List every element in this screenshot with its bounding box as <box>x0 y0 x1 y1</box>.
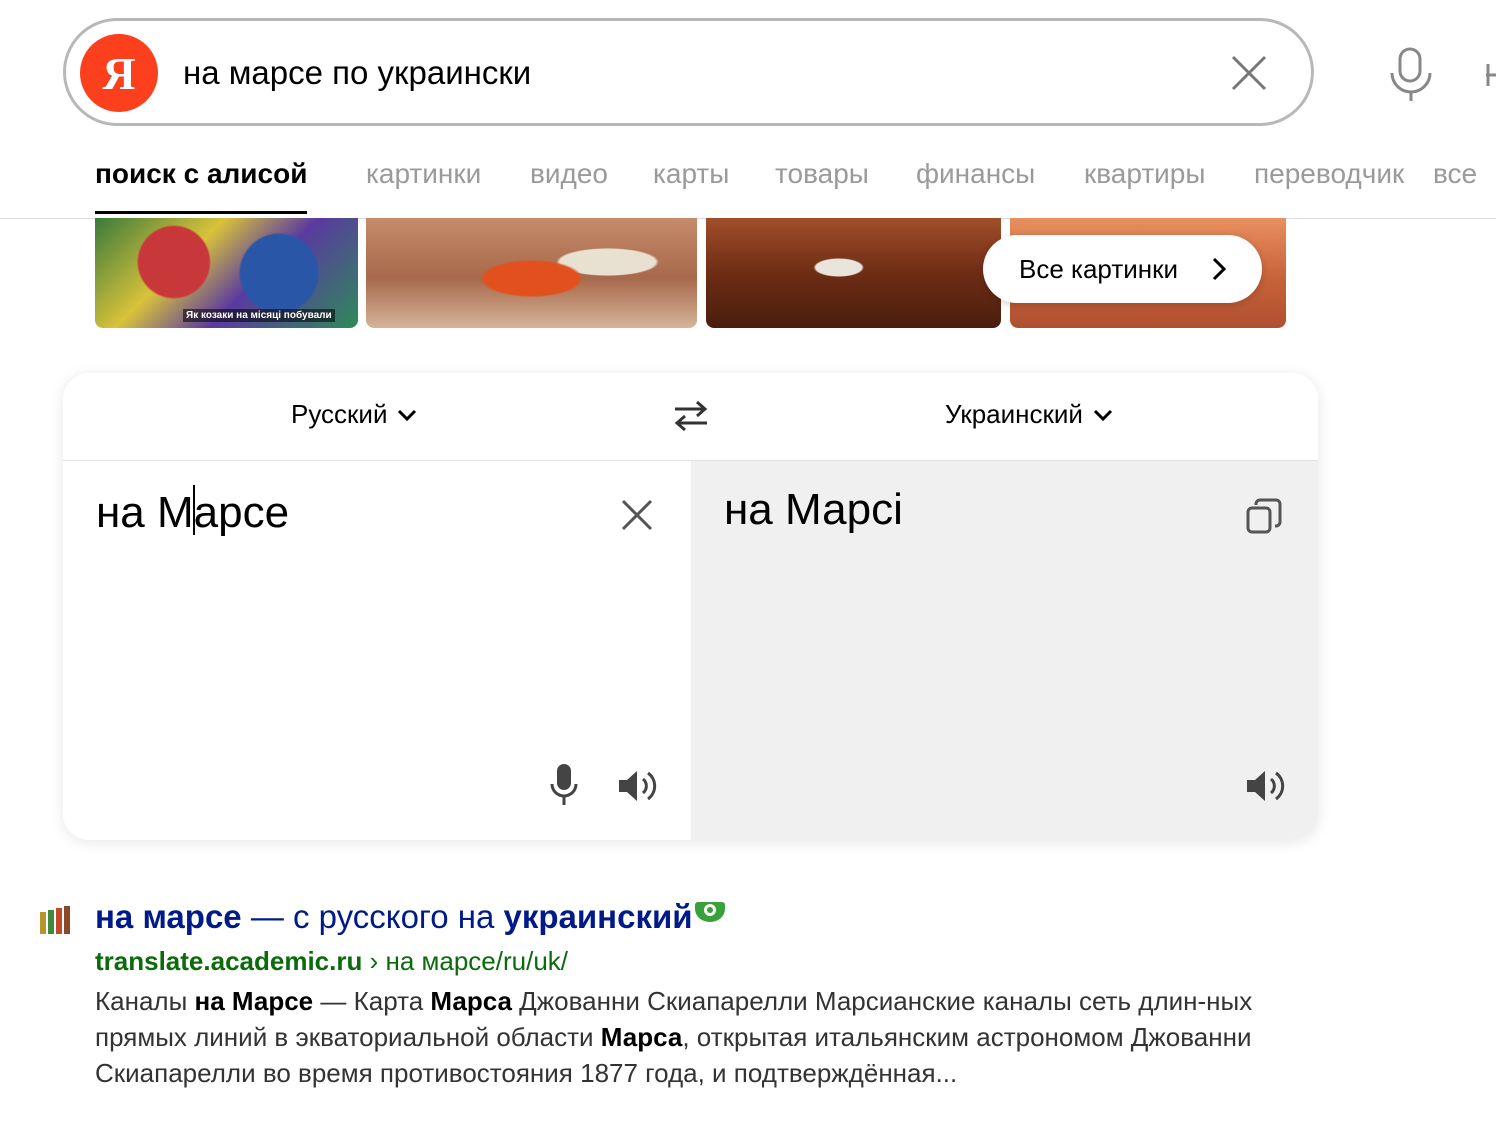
verified-badge-icon <box>694 902 725 922</box>
swap-languages-icon[interactable] <box>673 399 709 433</box>
translator-header: Русский Украинский <box>63 373 1318 461</box>
search-input[interactable]: на марсе по украински <box>183 54 531 92</box>
image-thumbnail[interactable]: Як козаки на місяці побували <box>95 218 358 328</box>
source-text-input[interactable]: на Марсе <box>96 485 289 538</box>
settings-icon[interactable] <box>1484 60 1496 90</box>
target-language-label: Украинский <box>945 399 1083 429</box>
chevron-down-icon <box>398 409 417 421</box>
tab-video[interactable]: видео <box>530 158 608 190</box>
result-snippet: Каналы на Марсе — Карта Марса Джованни С… <box>95 986 1253 1088</box>
translation-text: на Марсі <box>724 485 903 534</box>
search-tabs: поиск с алисой картинки видео карты това… <box>0 150 1496 219</box>
chevron-down-icon <box>1093 409 1113 421</box>
chevron-right-icon <box>1212 257 1226 281</box>
tab-translator[interactable]: переводчик <box>1254 158 1404 190</box>
tab-finance[interactable]: финансы <box>916 158 1035 190</box>
clear-text-icon[interactable] <box>619 497 655 533</box>
search-bar: Я на марсе по украински <box>63 18 1314 126</box>
tab-all[interactable]: все <box>1433 158 1477 190</box>
microphone-icon[interactable] <box>549 763 579 807</box>
tab-products[interactable]: товары <box>775 158 869 190</box>
result-title-link[interactable]: на марсе — с русского на украинский <box>95 898 725 936</box>
microphone-icon[interactable] <box>1386 47 1436 103</box>
yandex-logo[interactable]: Я <box>80 34 158 112</box>
source-language-select[interactable]: Русский <box>291 399 417 430</box>
image-thumbnail[interactable] <box>706 218 1001 328</box>
result-url[interactable]: translate.academic.ru › на марсе/ru/uk/ <box>95 946 568 977</box>
all-images-button[interactable]: Все картинки <box>983 235 1262 303</box>
speaker-icon[interactable] <box>1245 767 1289 805</box>
tab-images[interactable]: картинки <box>366 158 481 190</box>
copy-icon[interactable] <box>1245 497 1283 535</box>
clear-icon[interactable] <box>1227 51 1271 95</box>
image-thumbnail[interactable] <box>366 218 697 328</box>
source-text-pane[interactable]: на Марсе <box>63 461 691 840</box>
translation-pane: на Марсі <box>691 461 1318 840</box>
target-language-select[interactable]: Украинский <box>945 399 1113 430</box>
translator-widget: Русский Украинский на Марсе на Марсі <box>63 373 1318 840</box>
site-favicon-icon <box>40 906 70 934</box>
tab-apartments[interactable]: квартиры <box>1084 158 1206 190</box>
tab-maps[interactable]: карты <box>653 158 729 190</box>
tab-alice-search[interactable]: поиск с алисой <box>95 158 308 214</box>
all-images-label: Все картинки <box>1019 253 1179 284</box>
image-caption: Як козаки на місяці побували <box>183 309 335 322</box>
speaker-icon[interactable] <box>617 767 661 805</box>
source-language-label: Русский <box>291 399 388 429</box>
